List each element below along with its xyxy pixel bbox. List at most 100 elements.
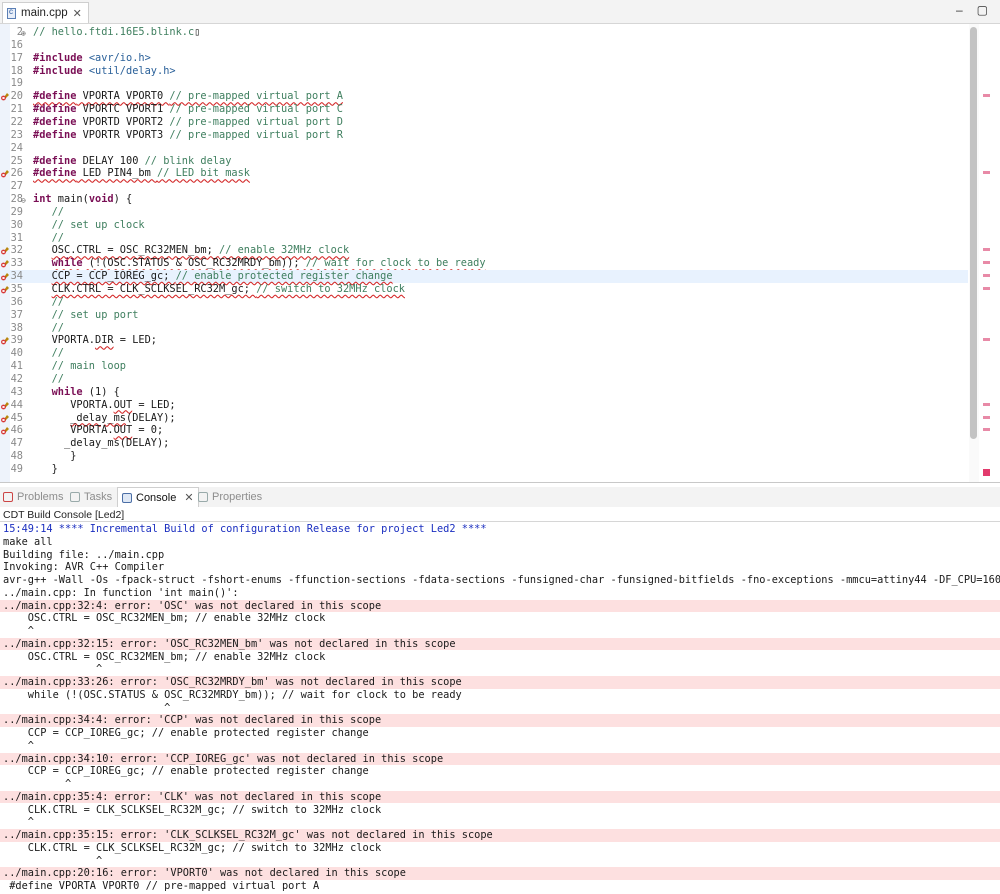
maximize-icon[interactable]: ▢ [977, 3, 988, 17]
console-error-line[interactable]: ../main.cpp:32:15: error: 'OSC_RC32MEN_b… [0, 637, 1000, 651]
overview-error-mark[interactable] [983, 171, 990, 175]
code-line[interactable]: 27 [0, 180, 968, 193]
code-comment: // enable protected register change [175, 270, 393, 283]
code-comment: // switch to 32MHz clock [256, 283, 405, 295]
build-console-output[interactable]: 15:49:14 **** Incremental Build of confi… [0, 522, 1000, 894]
line-number: 33 [10, 257, 23, 270]
code-line[interactable]: 49 } [0, 463, 968, 476]
code-line[interactable]: 19 [0, 77, 968, 90]
code-editor[interactable]: 2 ⊕// hello.ftdi.16E5.blink.c▯ 16 17 #includ… [0, 24, 968, 482]
console-line: OSC.CTRL = OSC_RC32MEN_bm; // enable 32M… [3, 650, 326, 663]
console-error-line[interactable]: ../main.cpp:34:4: error: 'CCP' was not d… [0, 714, 1000, 727]
code-text: // [33, 206, 64, 219]
code-comment: // [51, 295, 65, 308]
code-line[interactable]: 30 // set up clock [0, 219, 968, 232]
code-line[interactable]: 23 #define VPORTR VPORT3 // pre-mapped vi… [0, 129, 968, 142]
editor-area[interactable]: main.cpp ✕ – ▢ 2⊕// hello.ftdi.16E5.blin… [0, 0, 1000, 483]
overview-error-mark[interactable] [983, 287, 990, 290]
code-line[interactable]: 37 // set up port [0, 309, 968, 322]
code-line[interactable]: 16 [0, 39, 968, 52]
code-text: #define LED PIN4_bm // LED bit mask [33, 167, 250, 180]
code-text: while (1) { [33, 386, 120, 399]
line-number: 19 [10, 77, 23, 90]
close-tab-icon[interactable]: ✕ [73, 7, 82, 20]
console-line: CLK.CTRL = CLK_SCLKSEL_RC32M_gc; // swit… [3, 841, 382, 854]
line-number: 38 [10, 321, 23, 334]
console-error-line[interactable]: ../main.cpp:34:10: error: 'CCP_IOREG_gc'… [0, 752, 1000, 766]
line-number: 49 [10, 462, 23, 475]
code-line[interactable]: 31 // [0, 232, 968, 245]
code-token: VPORTA VPORT0 [76, 90, 170, 103]
tab-tasks[interactable]: Tasks [70, 487, 112, 507]
code-line[interactable]: 22 #define VPORTD VPORT2 // pre-mapped vi… [0, 116, 968, 129]
code-line[interactable]: 29 // [0, 206, 968, 219]
minimize-icon[interactable]: – [956, 3, 963, 17]
overview-error-mark[interactable] [983, 402, 990, 406]
code-line[interactable]: 26 #define LED PIN4_bm // LED bit mask [0, 167, 968, 180]
overview-ruler[interactable] [980, 24, 1000, 482]
console-error-line[interactable]: ../main.cpp:35:15: error: 'CLK_SCLKSEL_R… [0, 829, 1000, 842]
console-error-line[interactable]: ../main.cpp:20:16: error: 'VPORT0' was n… [0, 867, 1000, 880]
code-line[interactable]: 44 VPORTA.OUT = LED; [0, 399, 968, 412]
code-comment: // pre-mapped virtual port R [169, 128, 343, 141]
code-token: ) { [113, 193, 133, 206]
code-line[interactable]: 40 // [0, 347, 968, 360]
code-line[interactable]: 43 while (1) { [0, 386, 968, 399]
code-line[interactable]: 32 OSC.CTRL = OSC_RC32MEN_bm; // enable … [0, 244, 968, 257]
code-line[interactable]: 17 #include <avr/io.h> [0, 52, 968, 65]
code-token: LED PIN4_bm [76, 167, 157, 180]
code-line[interactable]: 35 CLK.CTRL = CLK_SCLKSEL_RC32M_gc; // s… [0, 283, 968, 296]
code-keyword: while [51, 385, 83, 398]
tab-console[interactable]: Console ✕ [117, 487, 199, 507]
code-token: = 0; [132, 424, 164, 437]
code-line[interactable]: 24 [0, 142, 968, 155]
overview-error-mark[interactable] [983, 338, 990, 342]
code-line[interactable]: 2 ⊕// hello.ftdi.16E5.blink.c▯ [0, 26, 968, 39]
console-line: Building file: ../main.cpp [3, 548, 165, 561]
line-number: 44 [10, 398, 23, 411]
console-error-line[interactable]: ../main.cpp:35:4: error: 'CLK' was not d… [0, 790, 1000, 804]
overview-error-mark[interactable] [983, 94, 990, 98]
code-line[interactable]: 18 #include <util/delay.h> [0, 65, 968, 78]
tab-properties[interactable]: Properties [198, 487, 262, 507]
overview-error-mark[interactable] [983, 274, 990, 278]
properties-icon [198, 492, 208, 502]
scrollbar-thumb[interactable] [970, 27, 977, 439]
code-line[interactable]: 38 // [0, 322, 968, 335]
close-console-icon[interactable]: ✕ [184, 491, 193, 504]
overview-error-mark[interactable] [983, 428, 990, 432]
code-line[interactable]: 45 _delay_ms(DELAY); [0, 412, 968, 425]
code-line[interactable]: 25 #define DELAY 100 // blink delay [0, 155, 968, 168]
code-line[interactable]: 47 _delay_ms(DELAY); [0, 437, 968, 450]
code-line[interactable]: 34 CCP = CCP_IOREG_gc; // enable protect… [0, 270, 968, 284]
line-number: 31 [10, 231, 23, 244]
code-line[interactable]: 33 while (!(OSC.STATUS & OSC_RC32MRDY_bm… [0, 257, 968, 270]
tab-problems[interactable]: Problems [3, 487, 63, 507]
code-token: OUT [113, 424, 133, 437]
code-line[interactable]: 41 // main loop [0, 360, 968, 373]
code-keyword: #define [33, 103, 77, 116]
code-line[interactable]: 46 VPORTA.OUT = 0; [0, 424, 968, 437]
overview-error-mark[interactable] [983, 248, 990, 252]
line-number: 47 [10, 437, 23, 450]
code-token: DELAY 100 [76, 154, 145, 167]
code-line[interactable]: 48 } [0, 450, 968, 463]
error-summary-marker[interactable] [983, 469, 990, 476]
console-error-line[interactable]: ../main.cpp:32:4: error: 'OSC' was not d… [0, 599, 1000, 613]
code-keyword: #define [33, 90, 77, 103]
editor-tab-main-cpp[interactable]: main.cpp ✕ [2, 2, 89, 23]
console-error-line[interactable]: ../main.cpp:33:26: error: 'OSC_RC32MRDY_… [0, 676, 1000, 689]
console-line: make all [3, 535, 53, 548]
code-line[interactable]: 20 #define VPORTA VPORT0 // pre-mapped vi… [0, 90, 968, 103]
code-line[interactable]: 36 // [0, 296, 968, 309]
code-text: #include <util/delay.h> [33, 65, 176, 78]
code-line[interactable]: 28 ⊖ int main(void) { [0, 193, 968, 206]
code-line[interactable]: 21 #define VPORTC VPORT1 // pre-mapped vi… [0, 103, 968, 116]
overview-error-mark[interactable] [983, 415, 990, 419]
overview-error-mark[interactable] [983, 261, 990, 265]
code-line[interactable]: 42 // [0, 373, 968, 386]
code-line[interactable]: 39 VPORTA.DIR = LED; [0, 334, 968, 347]
console-line: ^ [3, 625, 34, 637]
